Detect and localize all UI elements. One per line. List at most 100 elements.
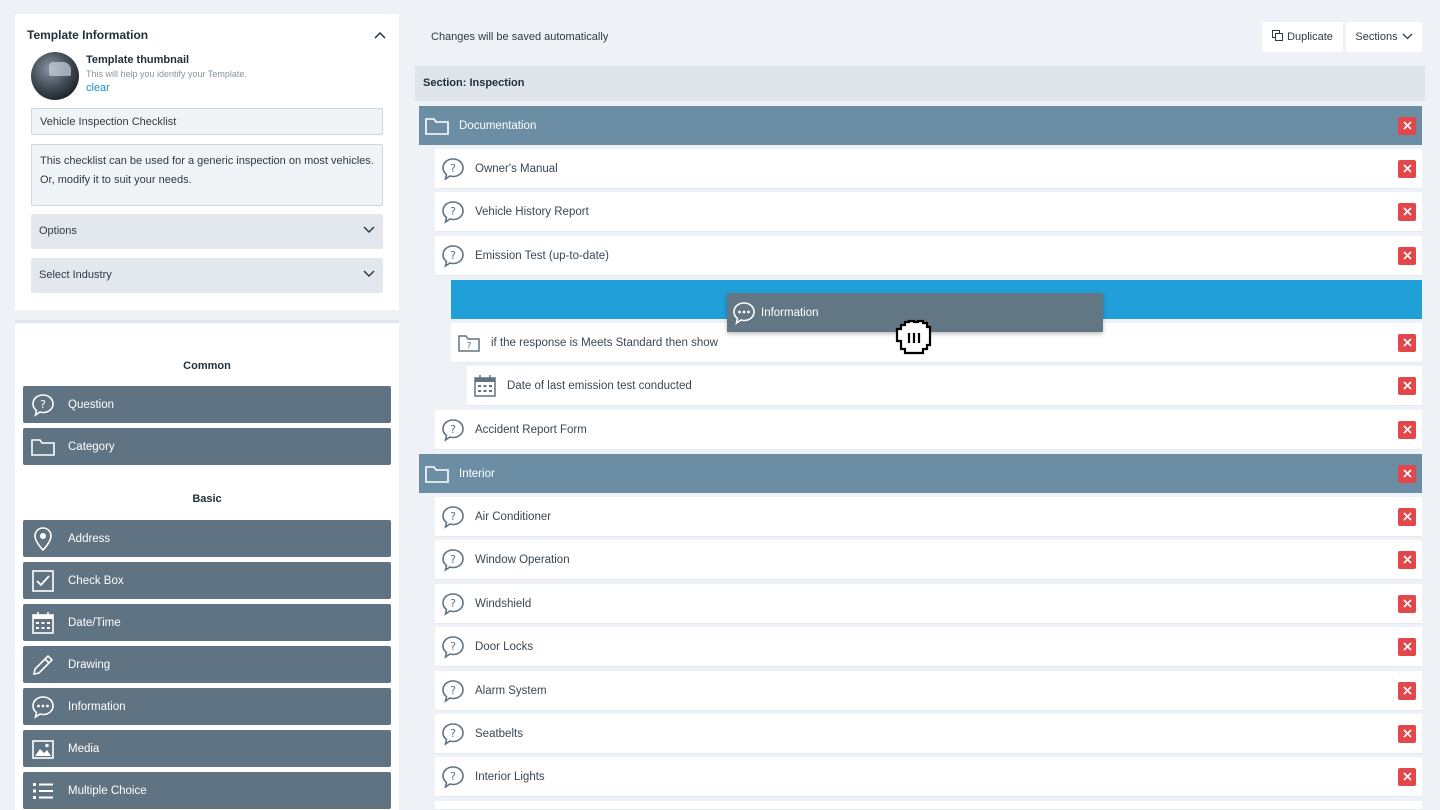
question-row[interactable]: ? Door Locks <box>435 627 1422 667</box>
question-label: Emission Test (up-to-date) <box>475 249 610 262</box>
basic-group-title: Basic <box>192 493 222 505</box>
question-row[interactable]: ? Seatbelts <box>435 714 1422 754</box>
palette-question-label: Question <box>68 398 115 411</box>
question-bubble-icon: ? <box>437 156 469 182</box>
question-label: Vehicle History Report <box>475 205 589 218</box>
palette-information-button[interactable]: Information <box>23 688 391 725</box>
chevron-down-icon <box>1402 31 1413 43</box>
question-bubble-icon: ? <box>437 199 469 225</box>
autosave-notice: Changes will be saved automatically <box>431 31 609 43</box>
palette-datetime-button[interactable]: Date/Time <box>23 604 391 641</box>
question-label: Owner's Manual <box>475 162 558 175</box>
svg-text:?: ? <box>450 727 456 740</box>
delete-button[interactable] <box>1398 376 1416 395</box>
delete-button[interactable] <box>1398 507 1416 526</box>
palette-media-button[interactable]: Media <box>23 730 391 767</box>
thumbnail-subtitle: This will help you identify your Templat… <box>86 69 247 79</box>
delete-button[interactable] <box>1398 637 1416 656</box>
category-documentation[interactable]: Documentation <box>419 106 1422 145</box>
delete-button[interactable] <box>1398 767 1416 786</box>
question-bubble-icon: ? <box>437 547 469 573</box>
image-icon <box>25 730 61 767</box>
svg-text:?: ? <box>467 341 472 351</box>
delete-button[interactable] <box>1398 724 1416 743</box>
condition-label: if the response is Meets Standard then s… <box>491 336 718 349</box>
question-row[interactable]: ? Accident Report Form <box>435 410 1422 450</box>
svg-text:?: ? <box>450 597 456 610</box>
delete-button[interactable] <box>1398 420 1416 439</box>
duplicate-button[interactable]: Duplicate <box>1262 22 1343 52</box>
svg-text:?: ? <box>450 205 456 218</box>
question-label: Alarm System <box>475 684 547 697</box>
thumbnail-clear-link[interactable]: clear <box>86 82 110 94</box>
palette-category-label: Category <box>68 440 115 453</box>
field-palette: Common ? Question Category Basic Address… <box>15 320 399 810</box>
date-field-row[interactable]: Date of last emission test conducted <box>467 366 1422 406</box>
delete-button[interactable] <box>1398 681 1416 700</box>
question-row[interactable]: ? Air Conditioner <box>435 497 1422 537</box>
question-row[interactable]: ? Windshield <box>435 584 1422 624</box>
palette-datetime-label: Date/Time <box>68 616 121 629</box>
svg-text:?: ? <box>40 398 46 411</box>
question-row[interactable]: ? Emission Test (up-to-date) <box>435 236 1422 276</box>
palette-drawing-label: Drawing <box>68 658 111 671</box>
palette-question-button[interactable]: ? Question <box>23 386 391 423</box>
industry-dropdown[interactable]: Select Industry <box>31 258 383 293</box>
question-bubble-icon: ? <box>437 678 469 704</box>
delete-button[interactable] <box>1398 333 1416 352</box>
svg-text:?: ? <box>450 249 456 262</box>
palette-address-label: Address <box>68 532 111 545</box>
question-bubble-icon: ? <box>437 764 469 790</box>
question-bubble-icon: ? <box>437 243 469 269</box>
delete-button[interactable] <box>1398 116 1416 135</box>
delete-button[interactable] <box>1398 550 1416 569</box>
question-row[interactable]: ? Alarm System <box>435 671 1422 711</box>
chevron-down-icon <box>363 269 375 281</box>
palette-information-label: Information <box>68 700 126 713</box>
template-description-textarea[interactable]: This checklist can be used for a generic… <box>31 144 383 206</box>
question-row[interactable]: ? Owner's Manual <box>435 149 1422 189</box>
palette-multiple-choice-button[interactable]: Multiple Choice <box>23 772 391 809</box>
palette-drawing-button[interactable]: Drawing <box>23 646 391 683</box>
question-bubble-icon: ? <box>25 386 61 423</box>
question-label: Window Operation <box>475 553 570 566</box>
chevron-up-icon[interactable] <box>373 28 387 42</box>
palette-media-label: Media <box>68 742 100 755</box>
category-label: Interior <box>459 467 495 480</box>
checkbox-icon <box>25 562 61 599</box>
copy-icon <box>1272 30 1284 44</box>
template-info-title: Template Information <box>27 28 149 42</box>
question-label: Windshield <box>475 597 532 610</box>
template-thumbnail-image[interactable] <box>31 52 79 100</box>
palette-checkbox-label: Check Box <box>68 574 124 587</box>
duplicate-label: Duplicate <box>1287 31 1333 43</box>
delete-button[interactable] <box>1398 202 1416 221</box>
question-row[interactable]: ? Vehicle History Report <box>435 192 1422 232</box>
delete-button[interactable] <box>1398 246 1416 265</box>
delete-button[interactable] <box>1398 464 1416 483</box>
calendar-icon <box>469 374 501 398</box>
date-field-label: Date of last emission test conducted <box>507 379 692 392</box>
sections-label: Sections <box>1355 31 1398 43</box>
delete-button[interactable] <box>1398 594 1416 613</box>
folder-icon <box>421 115 453 137</box>
svg-text:?: ? <box>450 553 456 566</box>
palette-address-button[interactable]: Address <box>23 520 391 557</box>
question-row[interactable]: ? Window Operation <box>435 540 1422 580</box>
delete-button[interactable] <box>1398 159 1416 178</box>
question-row[interactable]: ? Interior Lights <box>435 757 1422 797</box>
options-dropdown[interactable]: Options <box>31 214 383 249</box>
palette-checkbox-button[interactable]: Check Box <box>23 562 391 599</box>
category-interior[interactable]: Interior <box>419 454 1422 493</box>
svg-text:?: ? <box>450 162 456 175</box>
sections-dropdown[interactable]: Sections <box>1346 22 1422 52</box>
section-header: Section: Inspection <box>415 66 1425 101</box>
question-row-partial <box>435 801 1422 810</box>
calendar-icon <box>25 604 61 641</box>
question-bubble-icon: ? <box>437 634 469 660</box>
svg-text:?: ? <box>450 510 456 523</box>
question-label: Air Conditioner <box>475 510 552 523</box>
question-bubble-icon: ? <box>437 591 469 617</box>
template-name-input[interactable]: Vehicle Inspection Checklist <box>31 108 383 135</box>
palette-category-button[interactable]: Category <box>23 428 391 465</box>
